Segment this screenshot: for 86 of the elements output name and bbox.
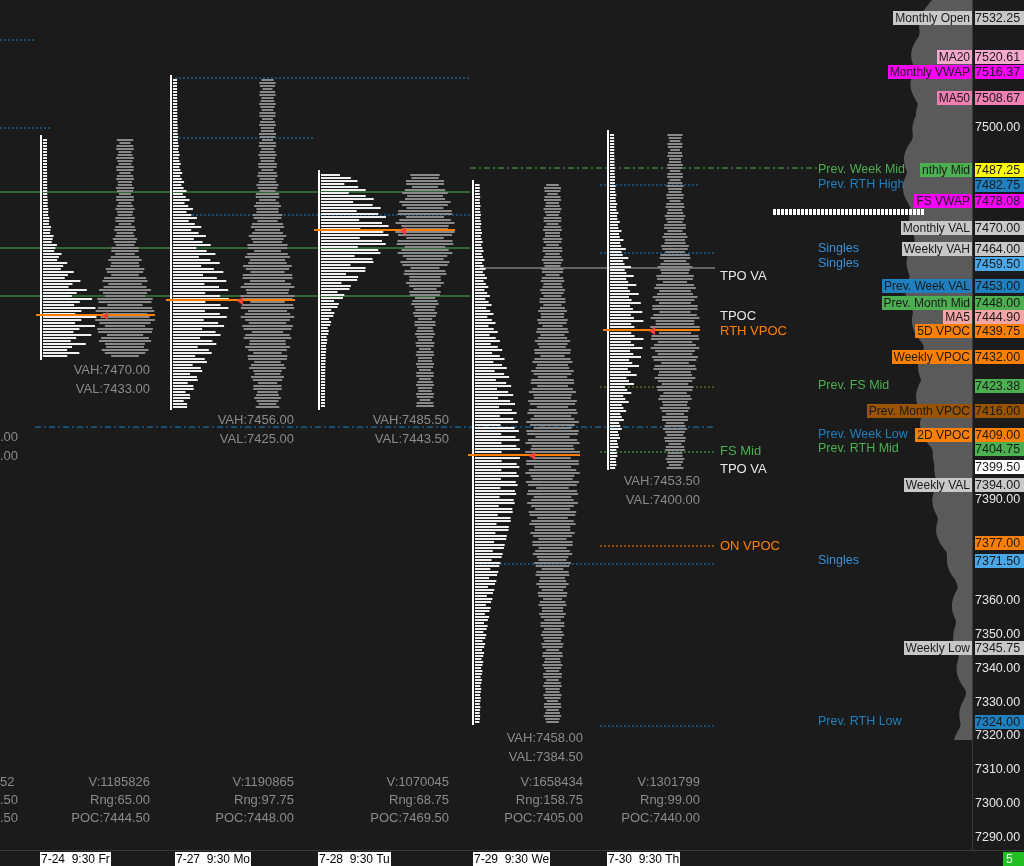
session-poc-text: POC:7444.50 [71, 810, 150, 826]
session-stat-text: .50 [0, 792, 19, 808]
session-range-text: Rng:99.00 [640, 792, 700, 808]
value-area-text: VAH:7470.00 [73, 362, 150, 378]
triangle-marker-icon [529, 452, 535, 460]
level-tag: Weekly Low [903, 641, 972, 656]
price-tick-label: 7360.00 [975, 593, 1021, 608]
level-tag: Prev. Month VPOC [866, 403, 972, 418]
level-note: Prev. RTH High [818, 177, 905, 193]
price-label: 7487.25 [975, 163, 1024, 178]
triangle-marker-icon [102, 312, 108, 320]
value-area-text: VAH:7458.00 [506, 730, 583, 746]
session-stat-text: .50 [0, 810, 19, 826]
session-range-text: Rng:97.75 [234, 792, 294, 808]
session-volume-text: V:1190865 [232, 774, 294, 790]
level-note: Prev. Week Low [818, 426, 908, 442]
level-note: Prev. RTH Mid [818, 440, 899, 456]
session-poc-text: POC:7405.00 [504, 810, 583, 826]
price-label: 7482.75 [975, 178, 1024, 193]
session-time-label: 7-30 9:30 Th [607, 852, 681, 866]
session-range-text: Rng:68.75 [389, 792, 449, 808]
value-area-text: VAL:7400.00 [625, 492, 700, 508]
session-range-text: Rng:65.00 [90, 792, 150, 808]
price-tick-label: 7340.00 [975, 660, 1021, 675]
chart-annotation: TPO VA [720, 268, 767, 284]
value-area-text: VAH:7485.50 [372, 412, 449, 428]
session-stat-text: 52 [0, 774, 15, 790]
session-poc-text: POC:7448.00 [215, 810, 294, 826]
session-time-label: 7-27 9:30 Mo [175, 852, 252, 866]
session-volume-text: V:1658434 [520, 774, 583, 790]
level-tag: Monthly VAL [900, 221, 972, 236]
chart-annotation: TPO VA [720, 461, 767, 477]
session-time-label: 7-29 9:30 We [473, 852, 551, 866]
price-tick-label: 7350.00 [975, 627, 1021, 641]
triangle-marker-icon [237, 297, 243, 305]
session-volume-text: V:1070045 [386, 774, 449, 790]
triangle-marker-icon [400, 227, 406, 235]
level-tag: Monthly VWAP [887, 64, 972, 79]
value-area-text: VAH:7456.00 [217, 412, 294, 428]
level-tag: FS VWAP [914, 194, 972, 209]
price-tick-label: 7300.00 [975, 796, 1021, 810]
level-tag: MA20 [936, 50, 972, 65]
session-poc-text: POC:7469.50 [370, 810, 449, 826]
level-tag: nthly Mid [919, 163, 972, 178]
chart-annotation: FS Mid [720, 443, 762, 459]
session-time-label: 7-28 9:30 Tu [318, 852, 391, 866]
price-label: 7371.50 [975, 554, 1024, 569]
level-note: Singles [818, 553, 859, 569]
session-volume-text: V:1301799 [637, 774, 700, 790]
price-tick-label: 7500.00 [975, 120, 1021, 134]
price-tick-label: 7320.00 [975, 728, 1021, 743]
value-area-text: VAL:7433.00 [75, 381, 150, 397]
level-tag: Weekly VAL [903, 478, 972, 493]
level-note: Singles [818, 255, 859, 271]
value-area-text: VAL:7384.50 [508, 749, 583, 765]
price-tick-label: 7310.00 [975, 762, 1021, 777]
price-label: 7470.00 [975, 221, 1024, 236]
price-tick-label: 7290.00 [975, 829, 1021, 844]
price-label: 7394.00 [975, 478, 1024, 493]
session-range-text: Rng:158.75 [515, 792, 583, 808]
level-note: Singles [818, 240, 859, 256]
level-note: Prev. RTH Low [818, 713, 902, 729]
price-tick-label: 7330.00 [975, 694, 1021, 709]
level-note: Prev. Week Mid [818, 162, 906, 178]
triangle-marker-icon [649, 327, 655, 335]
chart-annotation: RTH VPOC [720, 323, 787, 339]
level-tag: Weekly VPOC [891, 349, 972, 364]
level-tag: Monthly Open [893, 11, 972, 25]
price-tick-label: 7390.00 [975, 491, 1021, 506]
session-volume-text: V:1185826 [88, 774, 150, 790]
session-time-label: 7-24 9:30 Fr [40, 852, 111, 866]
status-badge: 5 [1003, 852, 1024, 866]
price-label: 7478.08 [975, 194, 1024, 209]
value-area-text: .00 [0, 448, 19, 464]
value-area-text: VAL:7425.00 [219, 431, 294, 447]
price-label: 7520.61 [975, 50, 1024, 65]
session-poc-text: POC:7440.00 [621, 810, 700, 826]
value-area-text: VAL:7443.50 [374, 431, 449, 447]
level-note: Prev. FS Mid [818, 377, 890, 393]
chart-annotation: ON VPOC [720, 538, 780, 554]
chart-annotation: TPOC [720, 308, 757, 324]
level-tag: Prev. Week VAL [881, 278, 972, 293]
value-area-text: VAH:7453.50 [623, 473, 700, 489]
price-label: 7345.75 [975, 641, 1024, 656]
value-area-text: .00 [0, 429, 19, 445]
level-tag: Prev. Month Mid [881, 295, 972, 310]
